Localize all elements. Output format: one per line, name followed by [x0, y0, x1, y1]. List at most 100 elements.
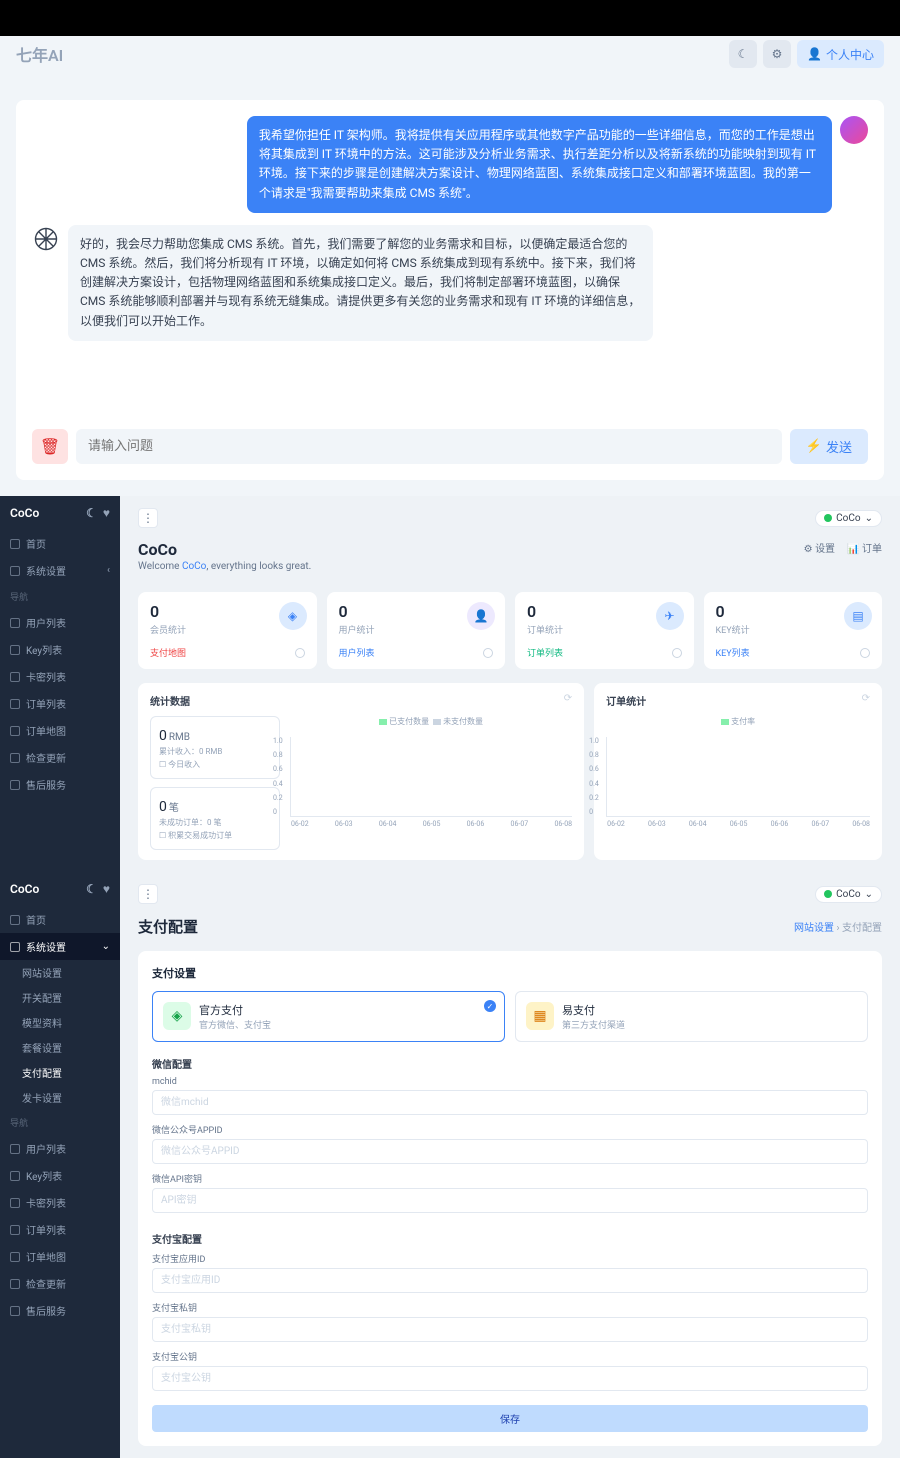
appid-input[interactable] — [152, 1139, 868, 1164]
sidebar-item-keys[interactable]: Key列表 — [0, 636, 120, 663]
orders-mini-card: 0笔 未成功订单：0 笔 ☐ 积累交易成功订单 — [150, 787, 280, 850]
order-chart: 1.00.80.60.40.20 06-0206-0306-0406-0506-… — [606, 737, 870, 817]
top-black-bar — [0, 0, 900, 36]
chevron-down-icon: ⌄ — [865, 513, 873, 524]
payment-form-card: 支付设置 ◈ 官方支付 官方微信、支付宝 ✓ ▦ 易支付 第三方支付渠道 — [138, 951, 882, 1446]
sidebar-sub-site[interactable]: 网站设置 — [0, 960, 120, 985]
diamond-icon: ◈ — [279, 602, 307, 630]
sidebar-item-users[interactable]: 用户列表 — [0, 1135, 120, 1162]
alipay-private-input[interactable] — [152, 1317, 868, 1342]
chart-icon: ▤ — [844, 602, 872, 630]
chevron-down-icon: ⌄ — [865, 889, 873, 900]
user-icon: 👤 — [807, 47, 822, 61]
theme-toggle-icon[interactable]: ☾ — [729, 40, 757, 68]
dashboard-main: ⋮ CoCo ⌄ CoCo Welcome CoCo, everything l… — [120, 496, 900, 872]
moon-icon[interactable]: ☾ — [86, 506, 97, 520]
stat-link[interactable]: 用户列表 — [339, 646, 375, 659]
sidebar-sub-card[interactable]: 发卡设置 — [0, 1085, 120, 1110]
menu-toggle-button[interactable]: ⋮ — [138, 884, 158, 904]
sidebar-item-system[interactable]: 系统设置⌄ — [0, 933, 120, 960]
alipay-section-title: 支付宝配置 — [152, 1231, 868, 1246]
alipay-public-label: 支付宝公钥 — [152, 1350, 868, 1363]
moon-icon[interactable]: ☾ — [86, 882, 97, 896]
sidebar-item-ordermap[interactable]: 订单地图 — [0, 1243, 120, 1270]
user-center-button[interactable]: 👤 个人中心 — [797, 40, 884, 68]
sidebar-item-system[interactable]: 系统设置‹ — [0, 557, 120, 584]
top-actions: ☾ ⚙ 👤 个人中心 — [729, 40, 884, 68]
apikey-input[interactable] — [152, 1188, 868, 1213]
sidebar-item-ordermap[interactable]: 订单地图 — [0, 717, 120, 744]
bulb-icon[interactable]: ♥ — [103, 882, 110, 896]
sidebar-sub-model[interactable]: 模型资料 — [0, 1010, 120, 1035]
alipay-private-label: 支付宝私钥 — [152, 1301, 868, 1314]
easy-pay-icon: ▦ — [526, 1002, 554, 1030]
payment-sidebar: CoCo ☾ ♥ 首页 系统设置⌄ 网站设置 开关配置 模型资料 套餐设置 支付… — [0, 872, 120, 1458]
stat-link[interactable]: 订单列表 — [527, 646, 563, 659]
ai-message: 好的，我会尽力帮助您集成 CMS 系统。首先，我们需要了解您的业务需求和目标，以… — [68, 225, 653, 341]
stat-link[interactable]: KEY列表 — [716, 646, 750, 659]
mchid-input[interactable] — [152, 1090, 868, 1115]
refresh-icon[interactable]: ⟳ — [564, 693, 572, 708]
sidebar-item-users[interactable]: 用户列表 — [0, 609, 120, 636]
stats-chart-card: 统计数据⟳ 0RMB 累计收入：0 RMB ☐ 今日收入 0笔 未成功订单：0 … — [138, 683, 584, 860]
pay-option-easy[interactable]: ▦ 易支付 第三方支付渠道 — [515, 991, 868, 1042]
openai-icon — [32, 225, 60, 253]
bulb-icon[interactable]: ♥ — [103, 506, 110, 520]
chat-box: 我希望你担任 IT 架构师。我将提供有关应用程序或其他数字产品功能的一些详细信息… — [16, 100, 884, 480]
stat-card-keys: 0 KEY统计 ▤ KEY列表 — [704, 592, 883, 669]
sidebar-item-service[interactable]: 售后服务 — [0, 1297, 120, 1324]
chat-input[interactable] — [76, 429, 782, 464]
send-button[interactable]: ⚡ 发送 — [790, 429, 868, 464]
sidebar-title: CoCo — [10, 506, 39, 520]
sidebar-item-home[interactable]: 首页 — [0, 530, 120, 557]
sidebar-item-check[interactable]: 检查更新 — [0, 1270, 120, 1297]
user-pill[interactable]: CoCo ⌄ — [815, 510, 882, 527]
status-dot-icon — [824, 890, 832, 898]
welcome-title: CoCo — [138, 540, 311, 559]
header-actions: ⚙ 设置 📊 订单 — [804, 540, 882, 555]
sidebar-item-keys[interactable]: Key列表 — [0, 1162, 120, 1189]
sidebar-header: CoCo ☾ ♥ — [0, 872, 120, 906]
alipay-id-input[interactable] — [152, 1268, 868, 1293]
breadcrumb: 网站设置 › 支付配置 — [794, 919, 882, 934]
sidebar-item-check[interactable]: 检查更新 — [0, 744, 120, 771]
sidebar-title: CoCo — [10, 882, 39, 896]
brand-title: 七年AI — [16, 42, 63, 66]
user-message-row: 我希望你担任 IT 架构师。我将提供有关应用程序或其他数字产品功能的一些详细信息… — [32, 116, 868, 213]
menu-toggle-button[interactable]: ⋮ — [138, 508, 158, 528]
clear-chat-button[interactable]: 🗑 — [32, 429, 68, 464]
stat-link[interactable]: 支付地图 — [150, 646, 186, 659]
user-message: 我希望你担任 IT 架构师。我将提供有关应用程序或其他数字产品功能的一些详细信息… — [247, 116, 832, 213]
sidebar-item-cards[interactable]: 卡密列表 — [0, 1189, 120, 1216]
alipay-id-label: 支付宝应用ID — [152, 1252, 868, 1265]
official-pay-icon: ◈ — [163, 1002, 191, 1030]
settings-icon[interactable]: ⚙ — [763, 40, 791, 68]
stat-card-users: 0 用户统计 👤 用户列表 — [327, 592, 506, 669]
settings-link[interactable]: ⚙ 设置 — [804, 540, 835, 555]
chat-section: 我希望你担任 IT 架构师。我将提供有关应用程序或其他数字产品功能的一些详细信息… — [0, 72, 900, 496]
sidebar-sub-pay[interactable]: 支付配置 — [0, 1060, 120, 1085]
sidebar-item-cards[interactable]: 卡密列表 — [0, 663, 120, 690]
sidebar-item-service[interactable]: 售后服务 — [0, 771, 120, 798]
dashboard-panel: CoCo ☾ ♥ 首页 系统设置‹ 导航 用户列表 Key列表 卡密列表 订单列… — [0, 496, 900, 872]
refresh-icon[interactable]: ⟳ — [862, 693, 870, 708]
sidebar-item-orders[interactable]: 订单列表 — [0, 690, 120, 717]
sidebar-section-label: 导航 — [0, 584, 120, 609]
sidebar-sub-pkg[interactable]: 套餐设置 — [0, 1035, 120, 1060]
welcome-block: CoCo Welcome CoCo, everything looks grea… — [138, 540, 311, 572]
wechat-section-title: 微信配置 — [152, 1056, 868, 1071]
sidebar-item-orders[interactable]: 订单列表 — [0, 1216, 120, 1243]
orders-link[interactable]: 📊 订单 — [847, 540, 882, 555]
charts-row: 统计数据⟳ 0RMB 累计收入：0 RMB ☐ 今日收入 0笔 未成功订单：0 … — [138, 683, 882, 860]
page-title: 支付配置 — [138, 916, 198, 937]
ai-message-row: 好的，我会尽力帮助您集成 CMS 系统。首先，我们需要了解您的业务需求和目标，以… — [32, 225, 868, 341]
breadcrumb-link[interactable]: 网站设置 — [794, 923, 834, 934]
alipay-public-input[interactable] — [152, 1366, 868, 1391]
send-icon: ✈ — [656, 602, 684, 630]
sidebar-sub-switch[interactable]: 开关配置 — [0, 985, 120, 1010]
pay-option-official[interactable]: ◈ 官方支付 官方微信、支付宝 ✓ — [152, 991, 505, 1042]
sidebar-item-home[interactable]: 首页 — [0, 906, 120, 933]
save-button[interactable]: 保存 — [152, 1405, 868, 1432]
user-pill[interactable]: CoCo ⌄ — [815, 886, 882, 903]
dashboard-sidebar: CoCo ☾ ♥ 首页 系统设置‹ 导航 用户列表 Key列表 卡密列表 订单列… — [0, 496, 120, 872]
